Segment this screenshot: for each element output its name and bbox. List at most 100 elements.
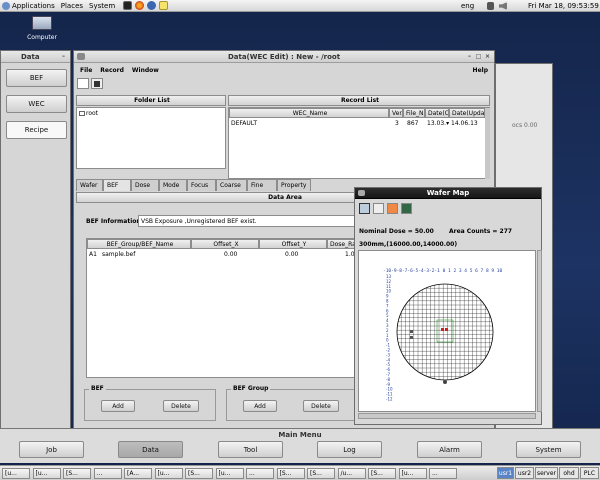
keyboard-layout[interactable]: eng (461, 2, 474, 10)
taskbar-item[interactable]: [S... (368, 468, 396, 479)
minimize-icon[interactable]: – (466, 53, 473, 60)
window-menu-icon[interactable] (358, 190, 365, 196)
bef-group-delete-button[interactable]: Delete (303, 400, 339, 412)
system-menu[interactable]: System (89, 2, 115, 10)
zoom-out-icon[interactable] (373, 203, 384, 214)
taskbar-item[interactable]: [u... (32, 468, 61, 479)
data-window-title: Data (21, 52, 40, 61)
workspace-server[interactable]: server (535, 467, 558, 479)
recipe-button[interactable]: Recipe (6, 121, 67, 139)
help-icon[interactable] (147, 1, 157, 10)
taskbar-item[interactable]: ... (429, 468, 457, 479)
maximize-icon[interactable]: □ (475, 53, 482, 60)
table-row[interactable]: DEFAULT 3 867 13.03.▾ 14.06.13 (229, 119, 485, 128)
wafer-map-vscrollbar[interactable] (537, 250, 542, 412)
record-list-scrollbar[interactable] (485, 108, 490, 179)
bef-add-button[interactable]: Add (101, 400, 135, 412)
minimize-icon[interactable]: – (60, 53, 67, 60)
col-wec-name[interactable]: WEC_Name (229, 108, 389, 118)
tab-bar: Wafer BEF Dose Mode Focus Coarse Fine Pr… (74, 179, 374, 191)
computer-desktop-icon[interactable] (29, 16, 55, 36)
cell-offset-y: 0.00 (285, 251, 299, 258)
applications-label: Applications (12, 1, 55, 10)
network-icon[interactable] (487, 2, 494, 10)
col-date-created[interactable]: Date(Cr (425, 108, 449, 118)
table-row[interactable]: A1 sample.bef 0.00 0.00 1.00 (87, 250, 358, 259)
system-button[interactable]: System (516, 441, 581, 458)
taskbar-item[interactable]: [u... (215, 468, 244, 479)
col-offset-y[interactable]: Offset_Y (259, 239, 327, 249)
folder-list-panel: root (76, 107, 226, 169)
wafer-map-canvas[interactable]: -10-9-8-7-6-5-4-3-2-1 0 1 2 3 4 5 6 7 8 … (358, 250, 536, 412)
notes-icon[interactable] (159, 1, 169, 10)
file-menu[interactable]: File (80, 67, 92, 74)
job-button[interactable]: Job (19, 441, 84, 458)
workspace-PLC[interactable]: PLC (580, 467, 599, 479)
taskbar-item[interactable]: [S... (63, 468, 91, 479)
taskbar-item[interactable]: [u... (2, 468, 30, 479)
save-icon[interactable] (91, 78, 103, 89)
tab-mode[interactable]: Mode (159, 179, 187, 191)
tab-coarse[interactable]: Coarse (216, 179, 247, 191)
bef-information-field[interactable]: VSB Exposure ,Unregistered BEF exist. (138, 215, 358, 227)
bef-button[interactable]: BEF (6, 69, 67, 87)
col-ver[interactable]: Ver. (389, 108, 403, 118)
tab-fine[interactable]: Fine (247, 179, 277, 191)
taskbar-item[interactable]: [S... (307, 468, 335, 479)
bef-group-add-button[interactable]: Add (243, 400, 277, 412)
workspace-usr1[interactable]: usr1 (497, 467, 514, 479)
col-bef-name[interactable]: BEF_Group/BEF_Name (87, 239, 191, 249)
wafer-map-titlebar[interactable]: Wafer Map (355, 188, 541, 199)
taskbar-item[interactable]: [A... (124, 468, 152, 479)
col-date-updated[interactable]: Date(Updat (449, 108, 485, 118)
taskbar-item[interactable]: ... (93, 468, 122, 479)
tab-property[interactable]: Property (277, 179, 311, 191)
new-file-icon[interactable] (77, 78, 89, 89)
window-menu-icon[interactable] (77, 53, 85, 60)
places-menu[interactable]: Places (61, 2, 83, 10)
taskbar-item[interactable]: /u... (337, 468, 366, 479)
data-button[interactable]: Data (118, 441, 183, 458)
alarm-button[interactable]: Alarm (417, 441, 482, 458)
window-menu[interactable]: Window (132, 67, 159, 74)
bef-table: BEF_Group/BEF_Name Offset_X Offset_Y Dos… (86, 238, 367, 378)
data-window-titlebar[interactable]: Data – (1, 51, 70, 63)
tab-dose[interactable]: Dose (131, 179, 159, 191)
marked-die (445, 328, 448, 331)
taskbar-item[interactable]: [S... (185, 468, 213, 479)
area-counts-label: Area Counts = 277 (449, 228, 513, 235)
wafer-map-hscrollbar[interactable] (358, 413, 536, 419)
tab-bef[interactable]: BEF (103, 179, 131, 191)
col-file-n[interactable]: File_N (403, 108, 425, 118)
tab-wafer[interactable]: Wafer (76, 179, 103, 191)
bef-delete-button[interactable]: Delete (163, 400, 199, 412)
zoom-in-icon[interactable] (359, 203, 370, 214)
applications-menu[interactable]: Applications (2, 1, 55, 10)
clock[interactable]: Fri Mar 18, 09:53:59 (528, 2, 599, 10)
workspace-usr2[interactable]: usr2 (515, 467, 534, 479)
folder-list-header: Folder List (76, 95, 226, 106)
firefox-icon[interactable] (135, 1, 145, 10)
bef-information-label: BEF Information (86, 218, 141, 225)
col-offset-x[interactable]: Offset_X (191, 239, 259, 249)
tab-focus[interactable]: Focus (187, 179, 216, 191)
tool-button[interactable]: Tool (218, 441, 283, 458)
help-menu[interactable]: Help (473, 67, 488, 74)
trash-icon[interactable] (401, 203, 412, 214)
wafer-map-svg: -10-9-8-7-6-5-4-3-2-1 0 1 2 3 4 5 6 7 8 … (383, 268, 502, 402)
taskbar-item[interactable]: [S... (276, 468, 305, 479)
record-menu[interactable]: Record (100, 67, 124, 74)
taskbar-item[interactable]: ... (246, 468, 274, 479)
color-palette-icon[interactable] (387, 203, 398, 214)
wec-edit-titlebar[interactable]: Data(WEC Edit) : New - /root – □ × (74, 51, 494, 63)
workspace-ohd[interactable]: ohd (559, 467, 579, 479)
nominal-dose-label: Nominal Dose = 50.00 (359, 228, 434, 235)
terminal-icon[interactable] (123, 1, 133, 10)
volume-icon[interactable] (499, 2, 507, 10)
wec-button[interactable]: WEC (6, 95, 67, 113)
log-button[interactable]: Log (317, 441, 382, 458)
taskbar-item[interactable]: [u... (154, 468, 183, 479)
taskbar-item[interactable]: [u... (398, 468, 427, 479)
close-icon[interactable]: × (484, 53, 491, 60)
folder-item-root[interactable]: root (79, 110, 98, 117)
